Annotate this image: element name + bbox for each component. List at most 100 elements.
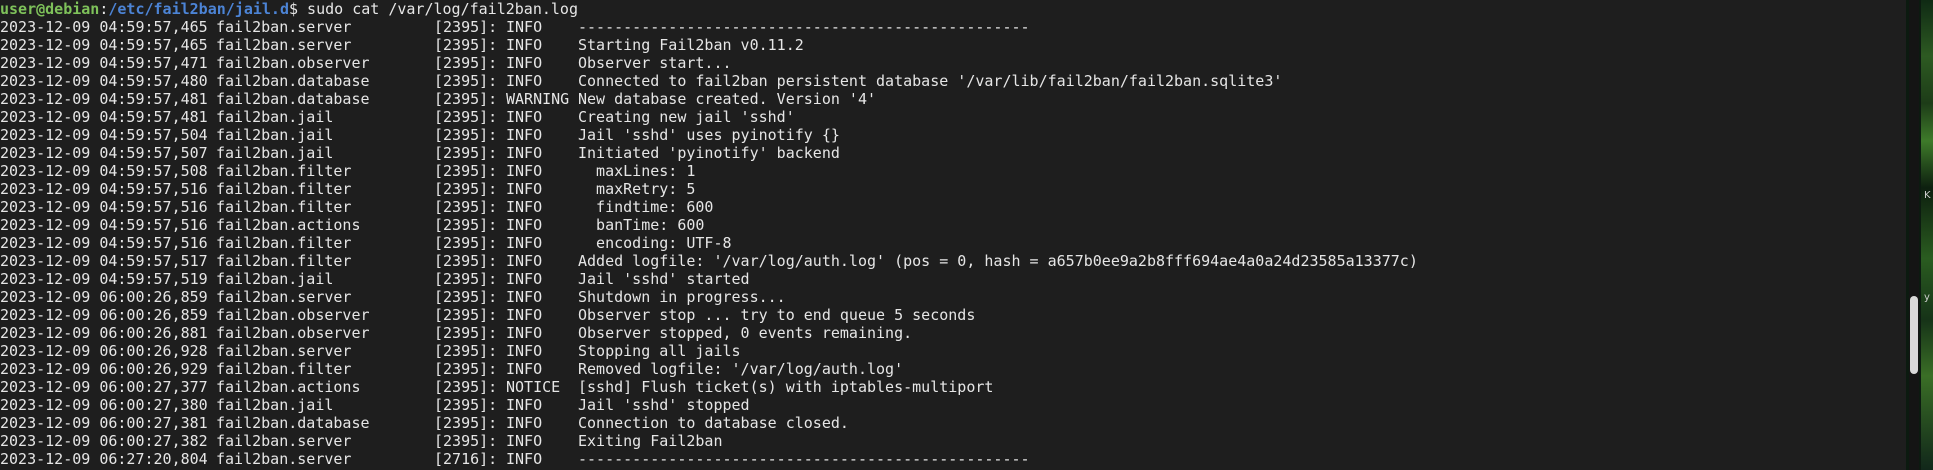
log-level: INFO (506, 36, 543, 54)
log-line: 2023-12-09 06:00:26,928 fail2ban.server [2… (0, 342, 1906, 360)
log-level: INFO (506, 360, 543, 378)
log-timestamp: 2023-12-09 04:59:57,516 (0, 198, 208, 216)
log-level: INFO (506, 216, 543, 234)
log-message: New database created. Version '4' (578, 90, 877, 108)
log-timestamp: 2023-12-09 04:59:57,516 (0, 234, 208, 252)
log-logger: fail2ban.jail (216, 396, 334, 414)
log-logger: fail2ban.filter (216, 180, 352, 198)
log-line: 2023-12-09 06:00:27,381 fail2ban.database… (0, 414, 1906, 432)
log-level: INFO (506, 306, 543, 324)
log-pid: [2395]: (434, 432, 498, 450)
scrollbar-thumb[interactable] (1910, 296, 1918, 374)
log-logger: fail2ban.jail (216, 108, 334, 126)
log-pid: [2395]: (434, 144, 498, 162)
log-level: INFO (506, 288, 543, 306)
log-message: Connected to fail2ban persistent databas… (578, 72, 1283, 90)
log-message: ----------------------------------------… (578, 450, 1030, 468)
log-logger: fail2ban.server (216, 450, 352, 468)
log-pid: [2716]: (434, 450, 498, 468)
log-line: 2023-12-09 06:00:27,382 fail2ban.server [2… (0, 432, 1906, 450)
log-message: ----------------------------------------… (578, 18, 1030, 36)
log-pid: [2395]: (434, 126, 498, 144)
log-pid: [2395]: (434, 414, 498, 432)
log-logger: fail2ban.observer (216, 306, 370, 324)
log-timestamp: 2023-12-09 06:00:27,382 (0, 432, 208, 450)
scrollbar[interactable]: K y (1906, 0, 1933, 470)
log-level: INFO (506, 126, 543, 144)
log-pid: [2395]: (434, 90, 498, 108)
scrollbar-track[interactable] (1909, 0, 1919, 470)
log-line: 2023-12-09 06:00:27,380 fail2ban.jail [239… (0, 396, 1906, 414)
log-line: 2023-12-09 04:59:57,481 fail2ban.database… (0, 90, 1906, 108)
log-line: 2023-12-09 04:59:57,465 fail2ban.server [2… (0, 18, 1906, 36)
log-line: 2023-12-09 06:00:26,881 fail2ban.observer… (0, 324, 1906, 342)
log-logger: fail2ban.server (216, 288, 352, 306)
log-message: Jail 'sshd' uses pyinotify {} (578, 126, 840, 144)
prompt-command: sudo cat /var/log/fail2ban.log (298, 0, 578, 18)
prompt-dollar: $ (289, 0, 299, 18)
log-logger: fail2ban.server (216, 18, 352, 36)
log-timestamp: 2023-12-09 06:00:27,381 (0, 414, 208, 432)
log-logger: fail2ban.actions (216, 216, 361, 234)
log-pid: [2395]: (434, 378, 498, 396)
log-message: Exiting Fail2ban (578, 432, 723, 450)
log-message: banTime: 600 (578, 216, 705, 234)
log-logger: fail2ban.filter (216, 234, 352, 252)
log-level: INFO (506, 72, 543, 90)
prompt-path: /etc/fail2ban/jail.d (108, 0, 289, 18)
log-line: 2023-12-09 04:59:57,519 fail2ban.jail [239… (0, 270, 1906, 288)
log-level: INFO (506, 54, 543, 72)
log-logger: fail2ban.filter (216, 252, 352, 270)
log-timestamp: 2023-12-09 06:00:26,929 (0, 360, 208, 378)
log-message: Observer stop ... try to end queue 5 sec… (578, 306, 976, 324)
log-line: 2023-12-09 06:00:27,377 fail2ban.actions [… (0, 378, 1906, 396)
log-pid: [2395]: (434, 324, 498, 342)
log-level: INFO (506, 198, 543, 216)
log-timestamp: 2023-12-09 04:59:57,481 (0, 90, 208, 108)
log-level: INFO (506, 108, 543, 126)
log-line: 2023-12-09 04:59:57,517 fail2ban.filter [2… (0, 252, 1906, 270)
log-pid: [2395]: (434, 180, 498, 198)
prompt-line: user@debian:/etc/fail2ban/jail.d$ sudo c… (0, 0, 1906, 18)
log-logger: fail2ban.jail (216, 144, 334, 162)
side-letter-bottom: y (1924, 292, 1930, 303)
log-timestamp: 2023-12-09 06:00:26,859 (0, 306, 208, 324)
log-timestamp: 2023-12-09 06:00:27,380 (0, 396, 208, 414)
log-line: 2023-12-09 04:59:57,471 fail2ban.observer… (0, 54, 1906, 72)
log-level: INFO (506, 162, 543, 180)
log-line: 2023-12-09 04:59:57,516 fail2ban.filter [2… (0, 198, 1906, 216)
log-timestamp: 2023-12-09 04:59:57,517 (0, 252, 208, 270)
log-level: INFO (506, 342, 543, 360)
log-level: INFO (506, 414, 543, 432)
log-level: INFO (506, 180, 543, 198)
log-level: INFO (506, 432, 543, 450)
log-level: INFO (506, 18, 543, 36)
log-timestamp: 2023-12-09 06:00:26,859 (0, 288, 208, 306)
log-timestamp: 2023-12-09 04:59:57,504 (0, 126, 208, 144)
log-message: Added logfile: '/var/log/auth.log' (pos … (578, 252, 1418, 270)
log-message: Connection to database closed. (578, 414, 849, 432)
log-pid: [2395]: (434, 108, 498, 126)
log-timestamp: 2023-12-09 04:59:57,465 (0, 18, 208, 36)
log-timestamp: 2023-12-09 04:59:57,471 (0, 54, 208, 72)
log-message: Shutdown in progress... (578, 288, 786, 306)
log-pid: [2395]: (434, 234, 498, 252)
log-pid: [2395]: (434, 36, 498, 54)
log-message: maxRetry: 5 (578, 180, 696, 198)
log-level: WARNING (506, 90, 570, 108)
log-timestamp: 2023-12-09 06:27:20,804 (0, 450, 208, 468)
log-line: 2023-12-09 04:59:57,516 fail2ban.actions [… (0, 216, 1906, 234)
log-pid: [2395]: (434, 72, 498, 90)
log-logger: fail2ban.filter (216, 198, 352, 216)
log-line: 2023-12-09 04:59:57,516 fail2ban.filter [2… (0, 180, 1906, 198)
log-message: Creating new jail 'sshd' (578, 108, 795, 126)
log-pid: [2395]: (434, 54, 498, 72)
log-line: 2023-12-09 06:00:26,929 fail2ban.filter [2… (0, 360, 1906, 378)
log-logger: fail2ban.server (216, 36, 352, 54)
log-timestamp: 2023-12-09 06:00:26,881 (0, 324, 208, 342)
log-logger: fail2ban.jail (216, 270, 334, 288)
log-message: [sshd] Flush ticket(s) with iptables-mul… (578, 378, 994, 396)
terminal-window[interactable]: user@debian:/etc/fail2ban/jail.d$ sudo c… (0, 0, 1906, 470)
log-level: INFO (506, 234, 543, 252)
log-level: INFO (506, 450, 543, 468)
